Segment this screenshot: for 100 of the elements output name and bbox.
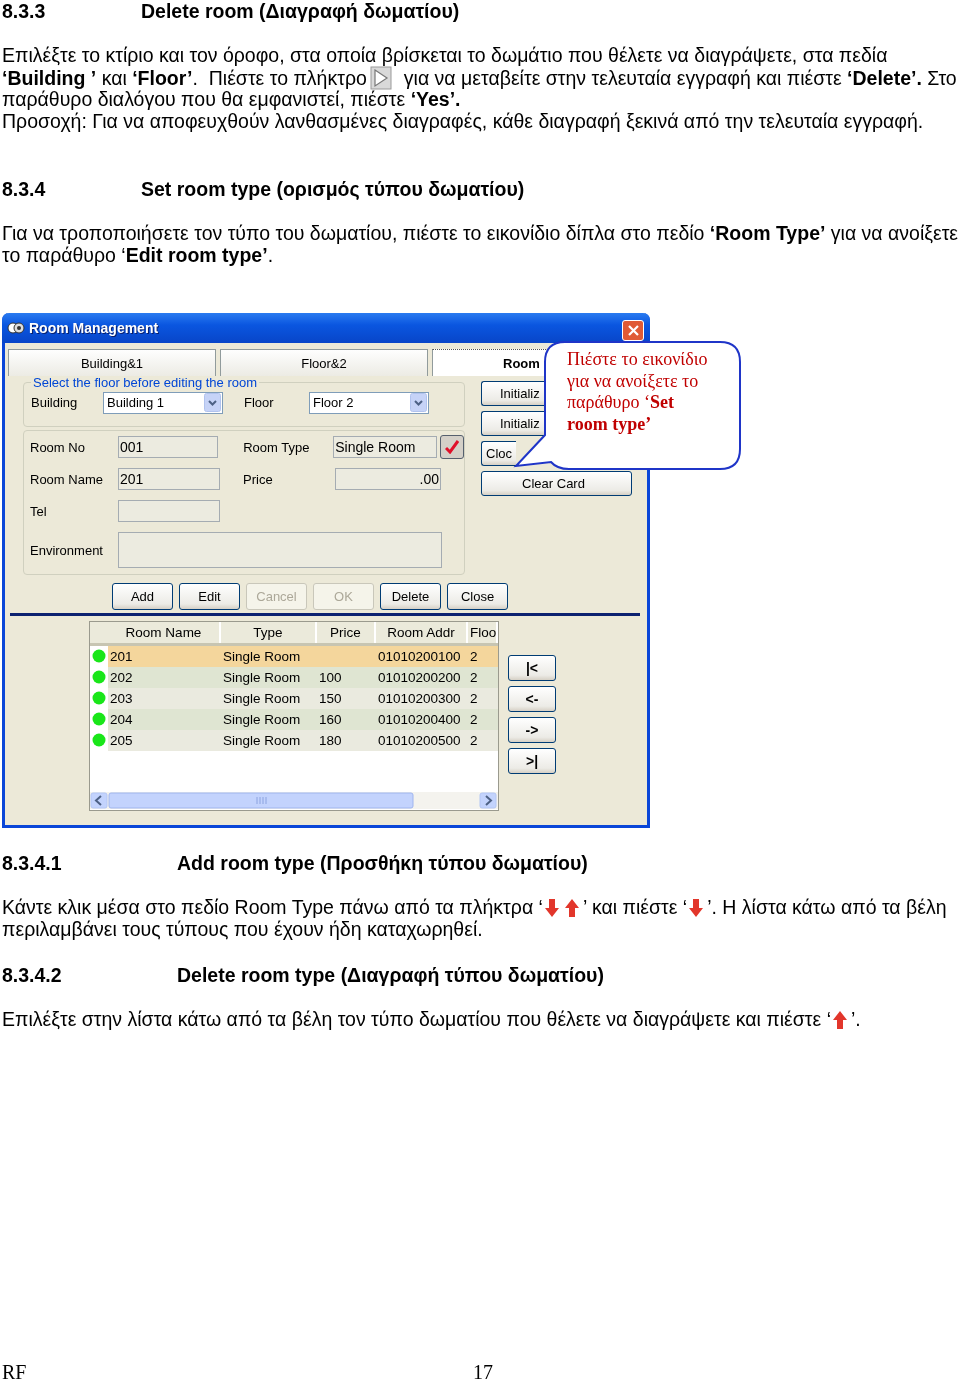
table-cell-text: 2 xyxy=(469,690,479,708)
table-cell-text: 2 xyxy=(469,648,479,666)
section-title: Add room type (Προσθήκη τύπου δωματίου) xyxy=(177,852,588,874)
floor-dropdown[interactable]: Floor 2 xyxy=(309,391,429,414)
tab[interactable]: Room xyxy=(432,349,546,376)
action-button[interactable]: Initializ xyxy=(481,411,545,436)
column-header[interactable]: Price xyxy=(317,622,376,643)
field-label: Floor xyxy=(244,395,275,410)
action-button[interactable]: Cloc xyxy=(481,441,516,466)
paragraph-text: Κάντε κλικ μέσα στο πεδίο Room Type πάνω από τα πλήκτρα ‘ xyxy=(2,896,543,918)
table-cell-text: Single Room xyxy=(222,690,302,708)
paragraph-text: ’. Η λίστα κάτω από τα βέλη xyxy=(707,896,947,918)
close-icon xyxy=(627,324,639,336)
table-cell-text: Single Room xyxy=(222,732,302,750)
paragraph-text: ‘Building ’ και ‘Floor’. Πιέστε το πλήκτρο xyxy=(2,67,367,89)
down-arrow-icon xyxy=(543,898,560,918)
table-cell-text: 202 xyxy=(109,669,134,687)
down-arrow-icon xyxy=(688,898,705,918)
action-button[interactable]: Edit xyxy=(179,583,240,610)
paragraph-text: Για να τροποποιήσετε τον τύπο του δωματίου, πιέστε το εικονίδιο δίπλα στο πεδίο ‘Room Type’ για να ανοίξετε xyxy=(2,222,959,244)
status-dot xyxy=(92,691,106,705)
table-cell-text: 203 xyxy=(109,690,134,708)
app-icon xyxy=(7,320,25,336)
page-number: 17 xyxy=(473,1361,493,1383)
field-label: Environment xyxy=(30,542,104,558)
action-button[interactable]: Initializ xyxy=(481,381,545,406)
section-title: Set room type (ορισμός τύπου δωματίου) xyxy=(141,178,525,200)
table-cell-text: Single Room xyxy=(222,711,302,729)
nav-button[interactable]: |< xyxy=(508,655,556,681)
nav-button[interactable]: >| xyxy=(508,748,556,774)
table-cell-text: 205 xyxy=(109,732,134,750)
action-button[interactable]: Delete xyxy=(380,583,441,610)
field-label: Tel xyxy=(30,503,48,519)
text-field[interactable] xyxy=(118,500,220,522)
nav-button[interactable]: -> xyxy=(508,717,556,743)
table-cell-text: Single Room xyxy=(222,669,302,687)
tab[interactable]: Building&1 xyxy=(8,349,216,376)
play-icon xyxy=(369,66,392,90)
table-row[interactable]: 202 Single Room 100 01010200200 2 xyxy=(90,667,498,688)
table-row[interactable]: 205 Single Room 180 01010200500 2 xyxy=(90,730,498,751)
tab[interactable]: Floor&2 xyxy=(220,349,428,376)
section-title: Delete room (Διαγραφή δωματίου) xyxy=(141,0,460,22)
close-button[interactable] xyxy=(622,319,644,341)
table-row[interactable]: 201 Single Room 01010200100 2 xyxy=(90,646,498,667)
action-button[interactable]: Close xyxy=(447,583,508,610)
status-dot xyxy=(92,733,106,747)
column-header[interactable]: Room Addr xyxy=(376,622,468,643)
building-dropdown[interactable]: Building 1 xyxy=(103,391,223,414)
action-button[interactable]: Clear Card xyxy=(481,471,632,496)
text-field[interactable]: Single Room xyxy=(333,436,438,458)
table-cell-text: Single Room xyxy=(222,648,302,666)
table-cell-text: 01010200100 xyxy=(377,648,462,666)
field-label: Building xyxy=(31,395,79,410)
table-cell-text: 01010200400 xyxy=(377,711,462,729)
paragraph-text: περιλαμβάνει τους τύπους που έχουν ήδη καταχωρηθεί. xyxy=(2,918,483,940)
section-title: Delete room type (Διαγραφή τύπου δωματίου) xyxy=(177,964,604,986)
checkmark-icon xyxy=(445,440,460,454)
up-arrow-icon xyxy=(832,1010,848,1030)
paragraph-text: Επιλέξτε το κτίριο και τον όροφο, στα οποία βρίσκεται το δωμάτιο που θέλετε να διαγράψετε, στα πεδία xyxy=(2,44,888,66)
column-header[interactable]: Room Name xyxy=(108,622,221,643)
table-row[interactable]: 204 Single Room 160 01010200400 2 xyxy=(90,709,498,730)
tooltip-text: Πιέστε το εικονίδιο για να ανοίξετε το παράθυρο ‘Set room type’ xyxy=(567,349,709,435)
field-label: Price xyxy=(243,471,274,487)
footer-text: RF xyxy=(1,1361,28,1383)
table-cell-text: 160 xyxy=(318,711,343,729)
table-row[interactable]: 203 Single Room 150 01010200300 2 xyxy=(90,688,498,709)
table-cell-text: 01010200200 xyxy=(377,669,462,687)
group-label: Select the floor before editing the room xyxy=(32,375,259,390)
section-number: 8.3.3 xyxy=(2,0,47,22)
paragraph-text: ’. xyxy=(851,1008,861,1030)
paragraph-text: παράθυρο διαλόγου που θα εμφανιστεί, πιέστε ‘Yes’. xyxy=(2,88,461,110)
window-title: Room Management xyxy=(29,320,160,336)
text-field[interactable]: .00 xyxy=(335,468,441,490)
paragraph-text: ’ και πιέστε ‘ xyxy=(582,896,688,918)
status-dot xyxy=(92,670,106,684)
nav-button[interactable]: <- xyxy=(508,686,556,712)
table-cell-text: 150 xyxy=(318,690,343,708)
column-header[interactable]: Floo xyxy=(468,622,498,643)
text-field[interactable]: 001 xyxy=(118,436,219,458)
action-button[interactable]: Add xyxy=(112,583,173,610)
status-dot xyxy=(92,712,106,726)
field-label: Room No xyxy=(30,439,86,455)
field-label: Room Type xyxy=(243,439,311,455)
text-field[interactable]: 201 xyxy=(118,468,220,490)
section-number: 8.3.4.1 xyxy=(2,852,63,874)
table-cell-text: 01010200500 xyxy=(377,732,462,750)
table-cell-text: 201 xyxy=(109,648,134,666)
section-number: 8.3.4.2 xyxy=(2,964,63,986)
column-header[interactable]: Type xyxy=(221,622,317,643)
table-cell-text: 100 xyxy=(318,669,343,687)
field-label: Room Name xyxy=(30,471,104,487)
up-arrow-icon xyxy=(563,898,580,918)
paragraph-text: Προσοχή: Για να αποφευχθούν λανθασμένες διαγραφές, κάθε διαγραφή ξεκινά από την τελευταία εγγραφή. xyxy=(2,110,924,132)
table-cell-text: 2 xyxy=(469,669,479,687)
set-room-type-button[interactable] xyxy=(440,435,464,459)
table-cell-text: 2 xyxy=(469,732,479,750)
paragraph-text: για να μεταβείτε στην τελευταία εγγραφή και πιέστε ‘Delete’. Στο xyxy=(403,67,957,89)
section-number: 8.3.4 xyxy=(2,178,47,200)
text-field[interactable] xyxy=(118,532,442,568)
table-cell-text: 2 xyxy=(469,711,479,729)
